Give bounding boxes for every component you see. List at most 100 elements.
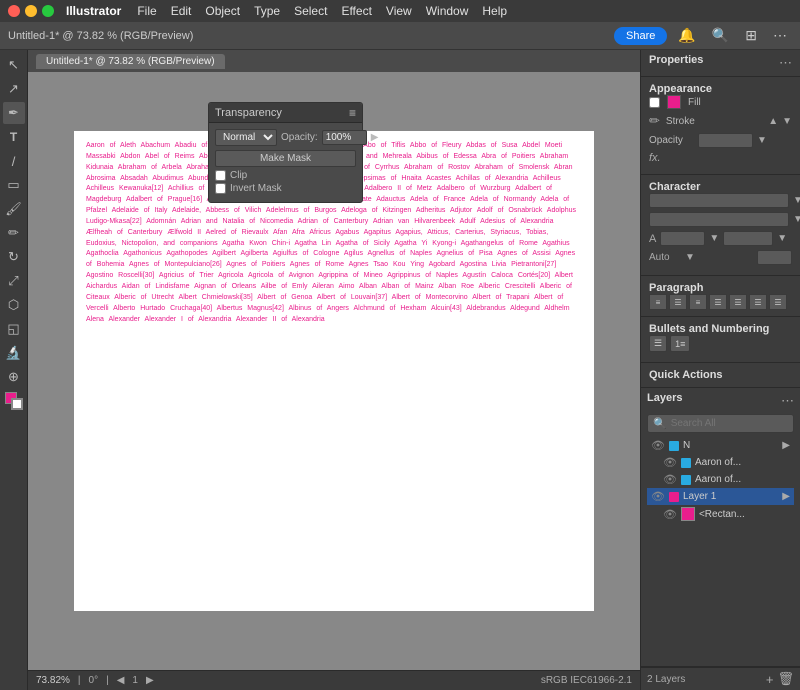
menu-select[interactable]: Select	[288, 2, 333, 20]
font-style-input[interactable]: Bold Italic	[649, 212, 789, 227]
blend-tool[interactable]: ⬡	[3, 294, 25, 316]
tracking-input[interactable]: 0	[757, 250, 792, 265]
font-size-dropdown[interactable]: ▼	[709, 233, 719, 244]
opacity-arrows-icon[interactable]: ▶	[371, 132, 379, 143]
stroke-down-arrow[interactable]: ▼	[782, 116, 792, 127]
stroke-up-arrow[interactable]: ▲	[768, 116, 778, 127]
opacity-dropdown-icon[interactable]: ▼	[757, 135, 767, 146]
font-size-input[interactable]: 800 pt	[660, 231, 705, 246]
layer-aaron1-item[interactable]: 👁 Aaron of...	[659, 454, 794, 471]
transparency-panel-header: Transparency ≡	[209, 103, 362, 123]
menu-edit[interactable]: Edit	[165, 2, 198, 20]
invert-mask-checkbox[interactable]	[215, 183, 226, 194]
menu-view[interactable]: View	[380, 2, 418, 20]
leading-input[interactable]: (960 pt)	[723, 231, 773, 246]
selection-tool[interactable]: ↖	[3, 54, 25, 76]
layer-eye-icon[interactable]: 👁	[651, 439, 665, 452]
status-right: sRGB IEC61966-2.1	[541, 675, 632, 686]
bullets-section: Bullets and Numbering ☰ 1≡	[641, 317, 800, 363]
menu-file[interactable]: File	[131, 2, 162, 20]
more-icon[interactable]: ⋯	[768, 25, 792, 46]
grid-icon[interactable]: ⊞	[740, 25, 762, 46]
paintbrush-tool[interactable]: 🖌	[3, 198, 25, 220]
type-tool[interactable]: T	[3, 126, 25, 148]
fill-checkbox[interactable]	[649, 97, 660, 108]
direct-selection-tool[interactable]: ↗	[3, 78, 25, 100]
zoom-tool[interactable]: ⊕	[3, 366, 25, 388]
layer-group-item[interactable]: 👁 N ▶	[647, 437, 794, 454]
leading-dropdown[interactable]: ▼	[777, 233, 787, 244]
close-button[interactable]	[8, 5, 20, 17]
layer-eye-icon[interactable]: 👁	[651, 490, 665, 503]
layer-eye-icon[interactable]: 👁	[663, 508, 677, 521]
rectangle-tool[interactable]: ▭	[3, 174, 25, 196]
maximize-button[interactable]	[42, 5, 54, 17]
auto-dropdown[interactable]: ▼	[685, 252, 695, 263]
layer-eye-icon[interactable]: 👁	[663, 473, 677, 486]
document-tab[interactable]: Untitled-1* @ 73.82 % (RGB/Preview)	[36, 54, 225, 69]
toolbox: ↖ ↗ ✒ T / ▭ 🖌 ✏ ↻ ⤢ ⬡ ◱ 🔬 ⊕	[0, 50, 28, 690]
layer-aaron2-item[interactable]: 👁 Aaron of...	[659, 471, 794, 488]
align-justify-last-button[interactable]: ☰	[729, 294, 747, 310]
blend-mode-select[interactable]: Normal Multiply Screen	[215, 129, 277, 146]
numbered-list-button[interactable]: 1≡	[670, 335, 690, 352]
fill-stroke-indicator[interactable]	[5, 392, 23, 410]
pen-tool[interactable]: ✒	[3, 102, 25, 124]
layers-count: 2 Layers	[647, 674, 685, 685]
layers-search-input[interactable]	[671, 418, 800, 429]
layers-more-icon[interactable]: ⋯	[781, 393, 794, 409]
layer1-item[interactable]: 👁 Layer 1 ▶	[647, 488, 794, 505]
search-icon[interactable]: 🔍	[707, 25, 734, 46]
opacity-value-input[interactable]: 100%	[698, 133, 753, 148]
menu-effect[interactable]: Effect	[335, 2, 377, 20]
layers-search-box[interactable]: 🔍 ⊞	[647, 414, 794, 433]
properties-more-icon[interactable]: ⋯	[779, 55, 792, 71]
layer-rect-item[interactable]: 👁 <Rectan...	[659, 505, 794, 523]
layer-expand-icon[interactable]: ▶	[782, 440, 790, 451]
layer-expand-icon[interactable]: ▶	[782, 491, 790, 502]
font-family-input[interactable]: Adrianna Extended	[649, 193, 789, 208]
rotate-tool[interactable]: ↻	[3, 246, 25, 268]
menu-window[interactable]: Window	[420, 2, 475, 20]
menu-object[interactable]: Object	[199, 2, 246, 20]
make-mask-button[interactable]: Make Mask	[215, 150, 356, 167]
minimize-button[interactable]	[25, 5, 37, 17]
fill-swatch[interactable]	[667, 95, 681, 109]
menu-type[interactable]: Type	[248, 2, 286, 20]
layer-eye-icon[interactable]: 👁	[663, 456, 677, 469]
opacity-row: Opacity 100% ▼	[649, 133, 792, 148]
layers-section: Layers ⋯ 🔍 ⊞ 👁 N ▶ 👁 Aaron of... �	[641, 388, 800, 667]
delete-layer-button[interactable]: 🗑	[777, 671, 794, 687]
align-left-button[interactable]: ≡	[649, 294, 667, 310]
canvas-background[interactable]: Aaron of Aleth Abachum Abadiu of Antinoe…	[28, 72, 640, 670]
gradient-tool[interactable]: ◱	[3, 318, 25, 340]
auto-label: Auto	[649, 252, 681, 263]
clip-checkbox[interactable]	[215, 170, 226, 181]
notifications-icon[interactable]: 🔔	[673, 25, 700, 46]
align-justify-all-button[interactable]: ☰	[749, 294, 767, 310]
style-dropdown-icon[interactable]: ▼	[793, 214, 800, 225]
font-dropdown-icon[interactable]: ▼	[793, 195, 800, 206]
pencil-tool[interactable]: ✏	[3, 222, 25, 244]
layer-name: Aaron of...	[695, 457, 790, 468]
align-right-button[interactable]: ≡	[689, 294, 707, 310]
rotation-value: 0°	[89, 675, 99, 686]
page-nav-next[interactable]: ▶	[146, 675, 154, 686]
fx-label: fx.	[649, 152, 661, 164]
align-center-button[interactable]: ☰	[669, 294, 687, 310]
transparency-panel-menu-icon[interactable]: ≡	[349, 106, 356, 120]
menu-help[interactable]: Help	[476, 2, 513, 20]
layer-name: Aaron of...	[695, 474, 790, 485]
page-nav-prev[interactable]: ◀	[117, 675, 125, 686]
line-tool[interactable]: /	[3, 150, 25, 172]
main-layout: ↖ ↗ ✒ T / ▭ 🖌 ✏ ↻ ⤢ ⬡ ◱ 🔬 ⊕ Untitled-1* …	[0, 50, 800, 690]
add-layer-button[interactable]: +	[766, 671, 774, 687]
align-justify-force-button[interactable]: ☰	[769, 294, 787, 310]
align-justify-button[interactable]: ☰	[709, 294, 727, 310]
opacity-input[interactable]	[322, 130, 367, 145]
scale-tool[interactable]: ⤢	[3, 270, 25, 292]
list-style-button[interactable]: ☰	[649, 335, 667, 352]
eyedropper-tool[interactable]: 🔬	[3, 342, 25, 364]
bullets-title: Bullets and Numbering	[649, 323, 769, 335]
share-button[interactable]: Share	[614, 27, 667, 45]
